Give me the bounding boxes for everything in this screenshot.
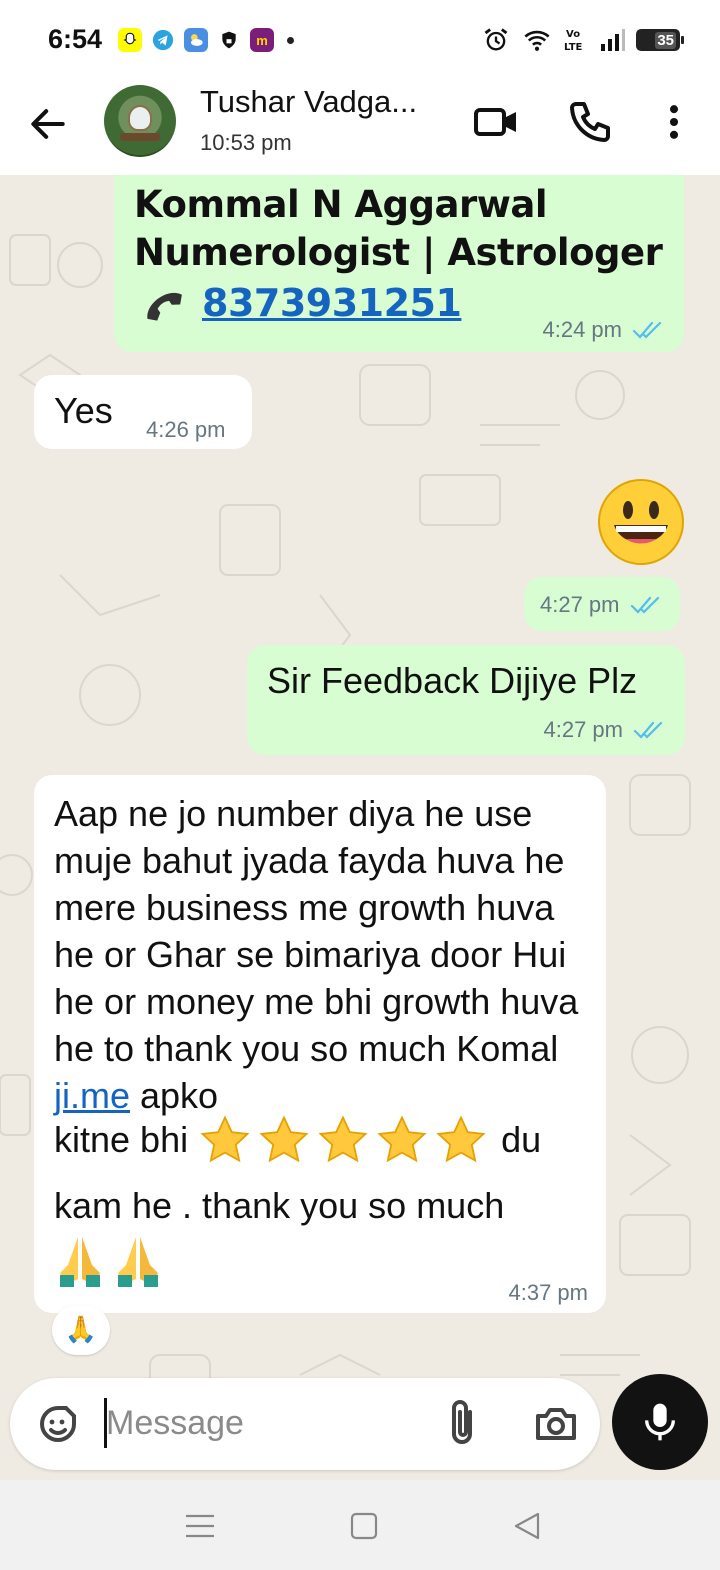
phone-row: 8373931251 [134, 275, 462, 331]
message-text-part: Aap ne jo number diya he use muje bahut … [54, 793, 579, 1069]
message-time: 4:27 pm [543, 717, 624, 742]
message-text: Sir Feedback Dijiye Plz [267, 660, 638, 701]
folded-hands-emoji [60, 1237, 100, 1287]
message-text-line: kam he . thank you so much [54, 1185, 505, 1226]
home-icon[interactable] [344, 1508, 384, 1544]
message-text: Aap ne jo number diya he use muje bahut … [54, 790, 594, 1119]
wifi-icon [524, 30, 550, 51]
folded-hands-emoji [118, 1237, 158, 1287]
star-emoji-group [198, 1113, 493, 1167]
message-bubble-outgoing[interactable]: 4:27 pm [524, 577, 680, 631]
reaction-emoji: 🙏 [64, 1315, 98, 1345]
message-link[interactable]: ji.me [54, 1075, 130, 1116]
grinning-face-emoji[interactable] [596, 477, 686, 567]
system-navigation-bar [0, 1480, 720, 1570]
battery-indicator: 35 [636, 29, 684, 51]
weather-icon [184, 28, 208, 52]
message-bubble-incoming[interactable]: Aap ne jo number diya he use muje bahut … [34, 775, 606, 1313]
message-meta: 4:27 pm [544, 717, 668, 743]
more-notifications-dot [287, 36, 294, 44]
message-text: Yes [54, 390, 113, 431]
shield-icon [217, 28, 241, 52]
battery-level-text: 35 [655, 31, 676, 49]
video-call-icon[interactable] [472, 98, 520, 146]
back-triangle-icon[interactable] [508, 1508, 548, 1544]
message-text-part: apko [130, 1075, 219, 1116]
more-options-icon[interactable] [652, 98, 696, 146]
folded-hands-emoji-row: 🙏🙏 [54, 1233, 164, 1289]
telegram-icon [151, 28, 175, 52]
camera-icon[interactable] [532, 1400, 580, 1448]
volte-icon: Vo LTE [564, 29, 583, 53]
message-time: 4:37 pm [508, 1280, 589, 1305]
message-composer [10, 1378, 600, 1470]
star-emoji [200, 1115, 250, 1163]
avatar-base [120, 133, 160, 141]
read-receipt-icon [630, 596, 659, 614]
avatar-lamp [128, 105, 152, 131]
message-text-part: du [501, 1119, 542, 1160]
chat-messages-area[interactable]: Kommal N Aggarwal Numerologist | Astrolo… [0, 175, 720, 1480]
message-bubble-outgoing[interactable]: Sir Feedback Dijiye Plz 4:27 pm [247, 645, 685, 755]
last-seen-time: 10:53 pm [200, 130, 292, 155]
star-emoji [318, 1115, 368, 1163]
message-input[interactable] [106, 1394, 426, 1452]
status-time: 6:54 [48, 24, 103, 54]
contact-name[interactable]: Tushar Vadga... [200, 84, 445, 120]
message-text-line: Kommal N Aggarwal [134, 183, 548, 226]
message-time: 4:24 pm [542, 317, 623, 342]
system-icons: Vo LTE 35 [482, 26, 684, 54]
star-emoji [259, 1115, 309, 1163]
message-meta: 4:27 pm [540, 592, 664, 618]
recent-apps-icon[interactable] [180, 1508, 220, 1544]
message-bubble-outgoing[interactable]: Kommal N Aggarwal Numerologist | Astrolo… [114, 175, 684, 352]
message-time: 4:26 pm [146, 417, 226, 442]
star-emoji [436, 1115, 486, 1163]
app-m-icon: m [250, 28, 274, 52]
microphone-icon [645, 1403, 675, 1441]
message-reaction[interactable]: 🙏 [52, 1305, 110, 1355]
voice-call-icon[interactable] [566, 98, 614, 146]
sticker-icon[interactable] [34, 1400, 82, 1448]
back-arrow-icon[interactable] [26, 102, 70, 146]
read-receipt-icon [633, 721, 663, 739]
status-bar: 6:54 m Vo LTE 35 [0, 0, 720, 80]
signal-icon [601, 29, 625, 51]
svg-text:LTE: LTE [564, 42, 583, 53]
contact-avatar[interactable] [104, 85, 176, 157]
message-text-part: kitne bhi [54, 1119, 189, 1160]
voice-message-button[interactable] [612, 1374, 708, 1470]
star-emoji [377, 1115, 427, 1163]
chat-header: Tushar Vadga... 10:53 pm [0, 80, 720, 175]
notification-icons: m [118, 28, 294, 52]
alarm-icon [484, 28, 508, 51]
read-receipt-icon [632, 321, 662, 339]
telephone-receiver-icon [147, 293, 182, 321]
message-meta: 4:37 pm [509, 1280, 589, 1306]
message-meta: 4:24 pm [543, 317, 667, 343]
phone-number-link[interactable]: 8373931251 [202, 281, 462, 325]
message-text-line: Numerologist | Astrologer [134, 231, 663, 274]
message-time: 4:27 pm [540, 592, 620, 617]
svg-text:Vo: Vo [566, 29, 580, 40]
paperclip-icon[interactable] [442, 1398, 482, 1450]
message-meta: 4:26 pm [146, 417, 226, 443]
snapchat-icon [118, 28, 142, 52]
stars-row: kitne bhi du [54, 1113, 541, 1167]
